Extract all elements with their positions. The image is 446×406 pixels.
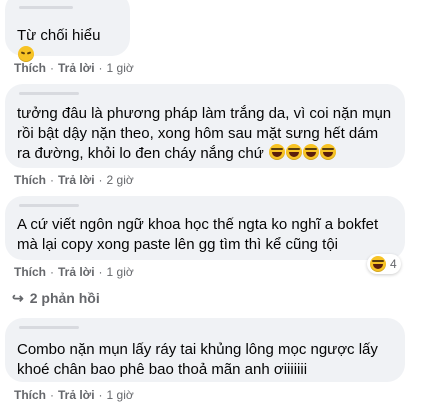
comment-time[interactable]: 1 giờ [107,61,134,75]
comment-actions: Thích · Trả lời · 2 giờ [14,173,134,187]
redacted-author-name [19,6,73,9]
reply-link[interactable]: Trả lời [58,173,95,187]
laughing-emoji-icon [319,144,336,160]
redacted-author-name [19,326,79,329]
tired-face-emoji-icon [18,46,34,62]
redacted-author-name [19,92,79,95]
comment-text: Từ chối hiểu [17,26,120,66]
comment-time[interactable]: 2 giờ [107,173,134,187]
comment-time[interactable]: 1 giờ [107,388,134,402]
comment-bubble: A cứ viết ngôn ngữ khoa học thế ngta ko … [5,196,405,260]
comment-bubble: Combo nặn mụn lấy ráy tai khủng lông mọc… [5,318,405,382]
laughing-emoji-icon [302,144,319,160]
like-link[interactable]: Thích [14,61,46,75]
like-link[interactable]: Thích [14,265,46,279]
reply-link[interactable]: Trả lời [58,388,95,402]
reply-arrow-icon: ↪ [12,290,24,306]
reaction-count: 4 [390,257,397,271]
like-link[interactable]: Thích [14,388,46,402]
comment-text: tưởng đâu là phương pháp làm trắng da, v… [17,105,392,162]
laughing-reaction-icon [370,256,386,272]
view-replies-link[interactable]: ↪ 2 phản hồi [12,290,100,307]
comment-text: A cứ viết ngôn ngữ khoa học thế ngta ko … [17,216,379,253]
reaction-summary[interactable]: 4 [367,254,401,274]
laughing-emoji-icon [285,144,302,160]
laughing-emoji-icon [268,144,285,160]
comment-actions: Thích · Trả lời · 1 giờ [14,265,134,279]
redacted-author-name [19,204,79,207]
comment-actions: Thích · Trả lời · 1 giờ [14,61,134,75]
comment-time[interactable]: 1 giờ [107,265,134,279]
like-link[interactable]: Thích [14,173,46,187]
comment-bubble: tưởng đâu là phương pháp làm trắng da, v… [5,84,405,168]
reply-link[interactable]: Trả lời [58,61,95,75]
comment-actions: Thích · Trả lời · 1 giờ [14,388,134,402]
reply-link[interactable]: Trả lời [58,265,95,279]
comment-bubble: Từ chối hiểu [5,0,130,62]
comment-text: Combo nặn mụn lấy ráy tai khủng lông mọc… [17,341,378,378]
